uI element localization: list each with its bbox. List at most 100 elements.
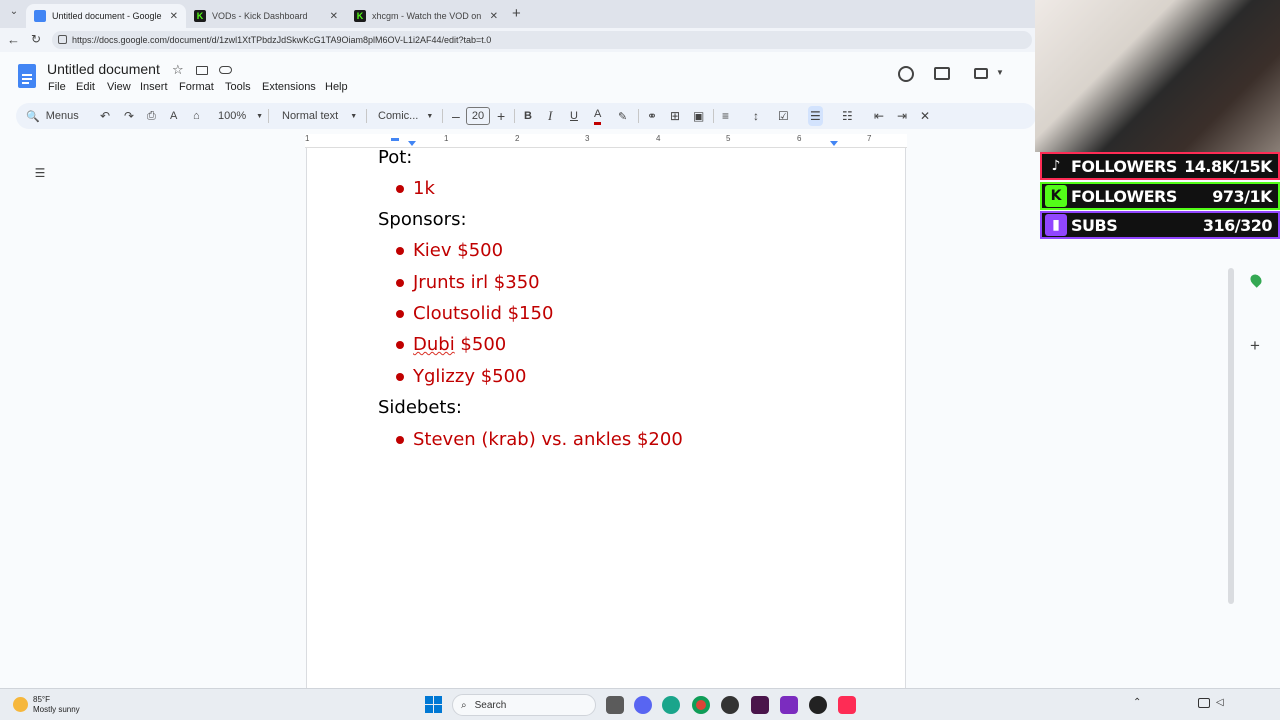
network-icon[interactable] bbox=[1198, 698, 1210, 708]
line-spacing-icon[interactable]: ↕ bbox=[753, 103, 759, 129]
star-icon[interactable]: ☆ bbox=[172, 62, 184, 78]
taskbar-search[interactable]: ⌕ Search bbox=[452, 694, 596, 716]
menu-format[interactable]: Format bbox=[179, 81, 214, 93]
bold-icon[interactable]: B bbox=[524, 103, 532, 129]
back-icon[interactable]: ← bbox=[7, 32, 20, 47]
section-heading: Pot: bbox=[378, 147, 413, 168]
increase-indent-icon[interactable]: ⇥ bbox=[897, 103, 907, 129]
chevron-down-icon: ▼ bbox=[256, 112, 264, 120]
menu-view[interactable]: View bbox=[107, 81, 131, 93]
cloud-status-icon[interactable] bbox=[219, 66, 232, 74]
checklist-icon[interactable]: ☑ bbox=[778, 103, 789, 129]
tiktok-app-icon[interactable] bbox=[838, 696, 856, 714]
right-margin-marker[interactable] bbox=[830, 141, 838, 146]
meet-icon[interactable] bbox=[974, 68, 988, 79]
document-title[interactable]: Untitled document bbox=[47, 61, 160, 77]
insert-image-icon[interactable]: ▣ bbox=[693, 103, 704, 129]
tiktok-icon: ♪ bbox=[1051, 158, 1061, 174]
weather-temp[interactable]: 85°F bbox=[33, 695, 50, 704]
close-icon[interactable]: ✕ bbox=[170, 11, 178, 22]
list-item-text: 1k bbox=[413, 178, 435, 199]
chrome-icon[interactable] bbox=[692, 696, 710, 714]
taskbar-search-label: Search bbox=[474, 699, 507, 711]
list-item-text: Cloutsolid $150 bbox=[413, 303, 554, 324]
vertical-ruler[interactable] bbox=[0, 148, 14, 688]
zoom-select[interactable]: 100% ▼ bbox=[218, 103, 263, 129]
tab-search-button[interactable]: ⌄ bbox=[6, 6, 22, 22]
menu-edit[interactable]: Edit bbox=[76, 81, 95, 93]
paint-format-icon[interactable]: ⌂ bbox=[193, 103, 200, 129]
tab-kick-dashboard[interactable]: K VODs - Kick Dashboard ✕ bbox=[186, 4, 346, 28]
undo-icon[interactable]: ↶ bbox=[100, 103, 110, 129]
kick-icon: K bbox=[354, 10, 366, 22]
document-page[interactable]: Pot: 1k Sponsors: Kiev $500 Jrunts irl $… bbox=[306, 147, 906, 688]
webcam-overlay bbox=[1035, 0, 1280, 152]
menu-help[interactable]: Help bbox=[325, 81, 348, 93]
bullet bbox=[396, 184, 404, 193]
tab-google-docs[interactable]: Untitled document - Google Docs ✕ bbox=[26, 4, 186, 28]
menu-insert[interactable]: Insert bbox=[140, 81, 168, 93]
spellcheck-icon[interactable]: A bbox=[170, 103, 177, 129]
indent-marker[interactable] bbox=[408, 141, 416, 146]
bulleted-list-icon[interactable]: ☰ bbox=[808, 106, 823, 126]
clear-formatting-icon[interactable]: ✕ bbox=[920, 103, 930, 129]
text-color-icon[interactable]: A bbox=[594, 105, 602, 125]
comments-icon[interactable] bbox=[934, 67, 950, 80]
highlight-icon[interactable]: ✎ bbox=[618, 103, 627, 129]
menus-search[interactable]: 🔍 Menus bbox=[26, 103, 79, 129]
indent-marker[interactable] bbox=[391, 138, 399, 141]
list-item: Steven (krab) vs. ankles $200 bbox=[396, 429, 683, 450]
horizontal-ruler[interactable]: 1 1 2 3 4 5 6 7 bbox=[305, 134, 907, 148]
move-folder-icon[interactable] bbox=[196, 66, 208, 75]
ruler-number: 2 bbox=[515, 134, 520, 143]
decrease-font-size-button[interactable]: – bbox=[452, 103, 460, 129]
menus-search-label: Menus bbox=[45, 110, 79, 122]
weather-icon[interactable] bbox=[13, 697, 28, 712]
new-tab-button[interactable]: + bbox=[512, 5, 521, 22]
tray-chevron-up-icon[interactable]: ⌃ bbox=[1133, 697, 1141, 708]
obs-icon[interactable] bbox=[809, 696, 827, 714]
close-icon[interactable]: ✕ bbox=[330, 11, 338, 22]
media-player-icon[interactable] bbox=[721, 696, 739, 714]
stat-label: SUBS bbox=[1071, 215, 1118, 235]
close-icon[interactable]: ✕ bbox=[490, 11, 498, 22]
menu-file[interactable]: File bbox=[48, 81, 66, 93]
numbered-list-icon[interactable]: ☷ bbox=[842, 103, 853, 129]
font-select[interactable]: Comic... ▼ bbox=[378, 103, 433, 129]
italic-icon[interactable]: I bbox=[548, 103, 552, 129]
bullet bbox=[396, 435, 404, 444]
decrease-indent-icon[interactable]: ⇤ bbox=[874, 103, 884, 129]
outline-icon[interactable]: ☰ bbox=[29, 163, 51, 183]
slack-icon[interactable] bbox=[751, 696, 769, 714]
streaming-app-icon[interactable] bbox=[780, 696, 798, 714]
menu-tools[interactable]: Tools bbox=[225, 81, 251, 93]
docs-logo-icon[interactable] bbox=[18, 64, 36, 88]
windows-start-icon[interactable] bbox=[425, 696, 442, 713]
file-explorer-icon[interactable] bbox=[606, 696, 624, 714]
align-icon[interactable]: ≡ bbox=[722, 103, 729, 129]
add-addon-icon[interactable]: + bbox=[1250, 336, 1260, 356]
misspelled-word[interactable]: Dubi bbox=[413, 334, 455, 355]
volume-icon[interactable]: ◁ bbox=[1216, 697, 1224, 708]
edge-icon[interactable] bbox=[662, 696, 680, 714]
scrollbar[interactable] bbox=[1228, 268, 1234, 604]
site-info-icon[interactable] bbox=[58, 35, 67, 44]
version-history-icon[interactable] bbox=[898, 66, 914, 82]
underline-icon[interactable]: U bbox=[570, 103, 578, 129]
url-field[interactable]: https://docs.google.com/document/d/1zwl1… bbox=[52, 31, 1032, 49]
tab-kick-vod[interactable]: K xhcgm - Watch the VOD on Kick ✕ bbox=[346, 4, 506, 28]
font-size-input[interactable]: 20 bbox=[466, 103, 490, 129]
add-comment-icon[interactable]: ⊞ bbox=[670, 103, 680, 129]
weather-desc[interactable]: Mostly sunny bbox=[33, 705, 80, 714]
paragraph-style-select[interactable]: Normal text ▼ bbox=[282, 103, 357, 129]
discord-icon[interactable] bbox=[634, 696, 652, 714]
link-icon[interactable]: ⚭ bbox=[647, 103, 657, 129]
maps-icon[interactable] bbox=[1248, 272, 1264, 288]
redo-icon[interactable]: ↷ bbox=[124, 103, 134, 129]
reload-icon[interactable]: ↻ bbox=[31, 32, 41, 46]
menu-extensions[interactable]: Extensions bbox=[262, 81, 316, 93]
list-item-text: Jrunts irl $350 bbox=[413, 272, 540, 293]
chevron-down-icon[interactable]: ▼ bbox=[996, 68, 1004, 77]
increase-font-size-button[interactable]: + bbox=[497, 103, 505, 129]
print-icon[interactable]: ⎙ bbox=[147, 103, 156, 129]
